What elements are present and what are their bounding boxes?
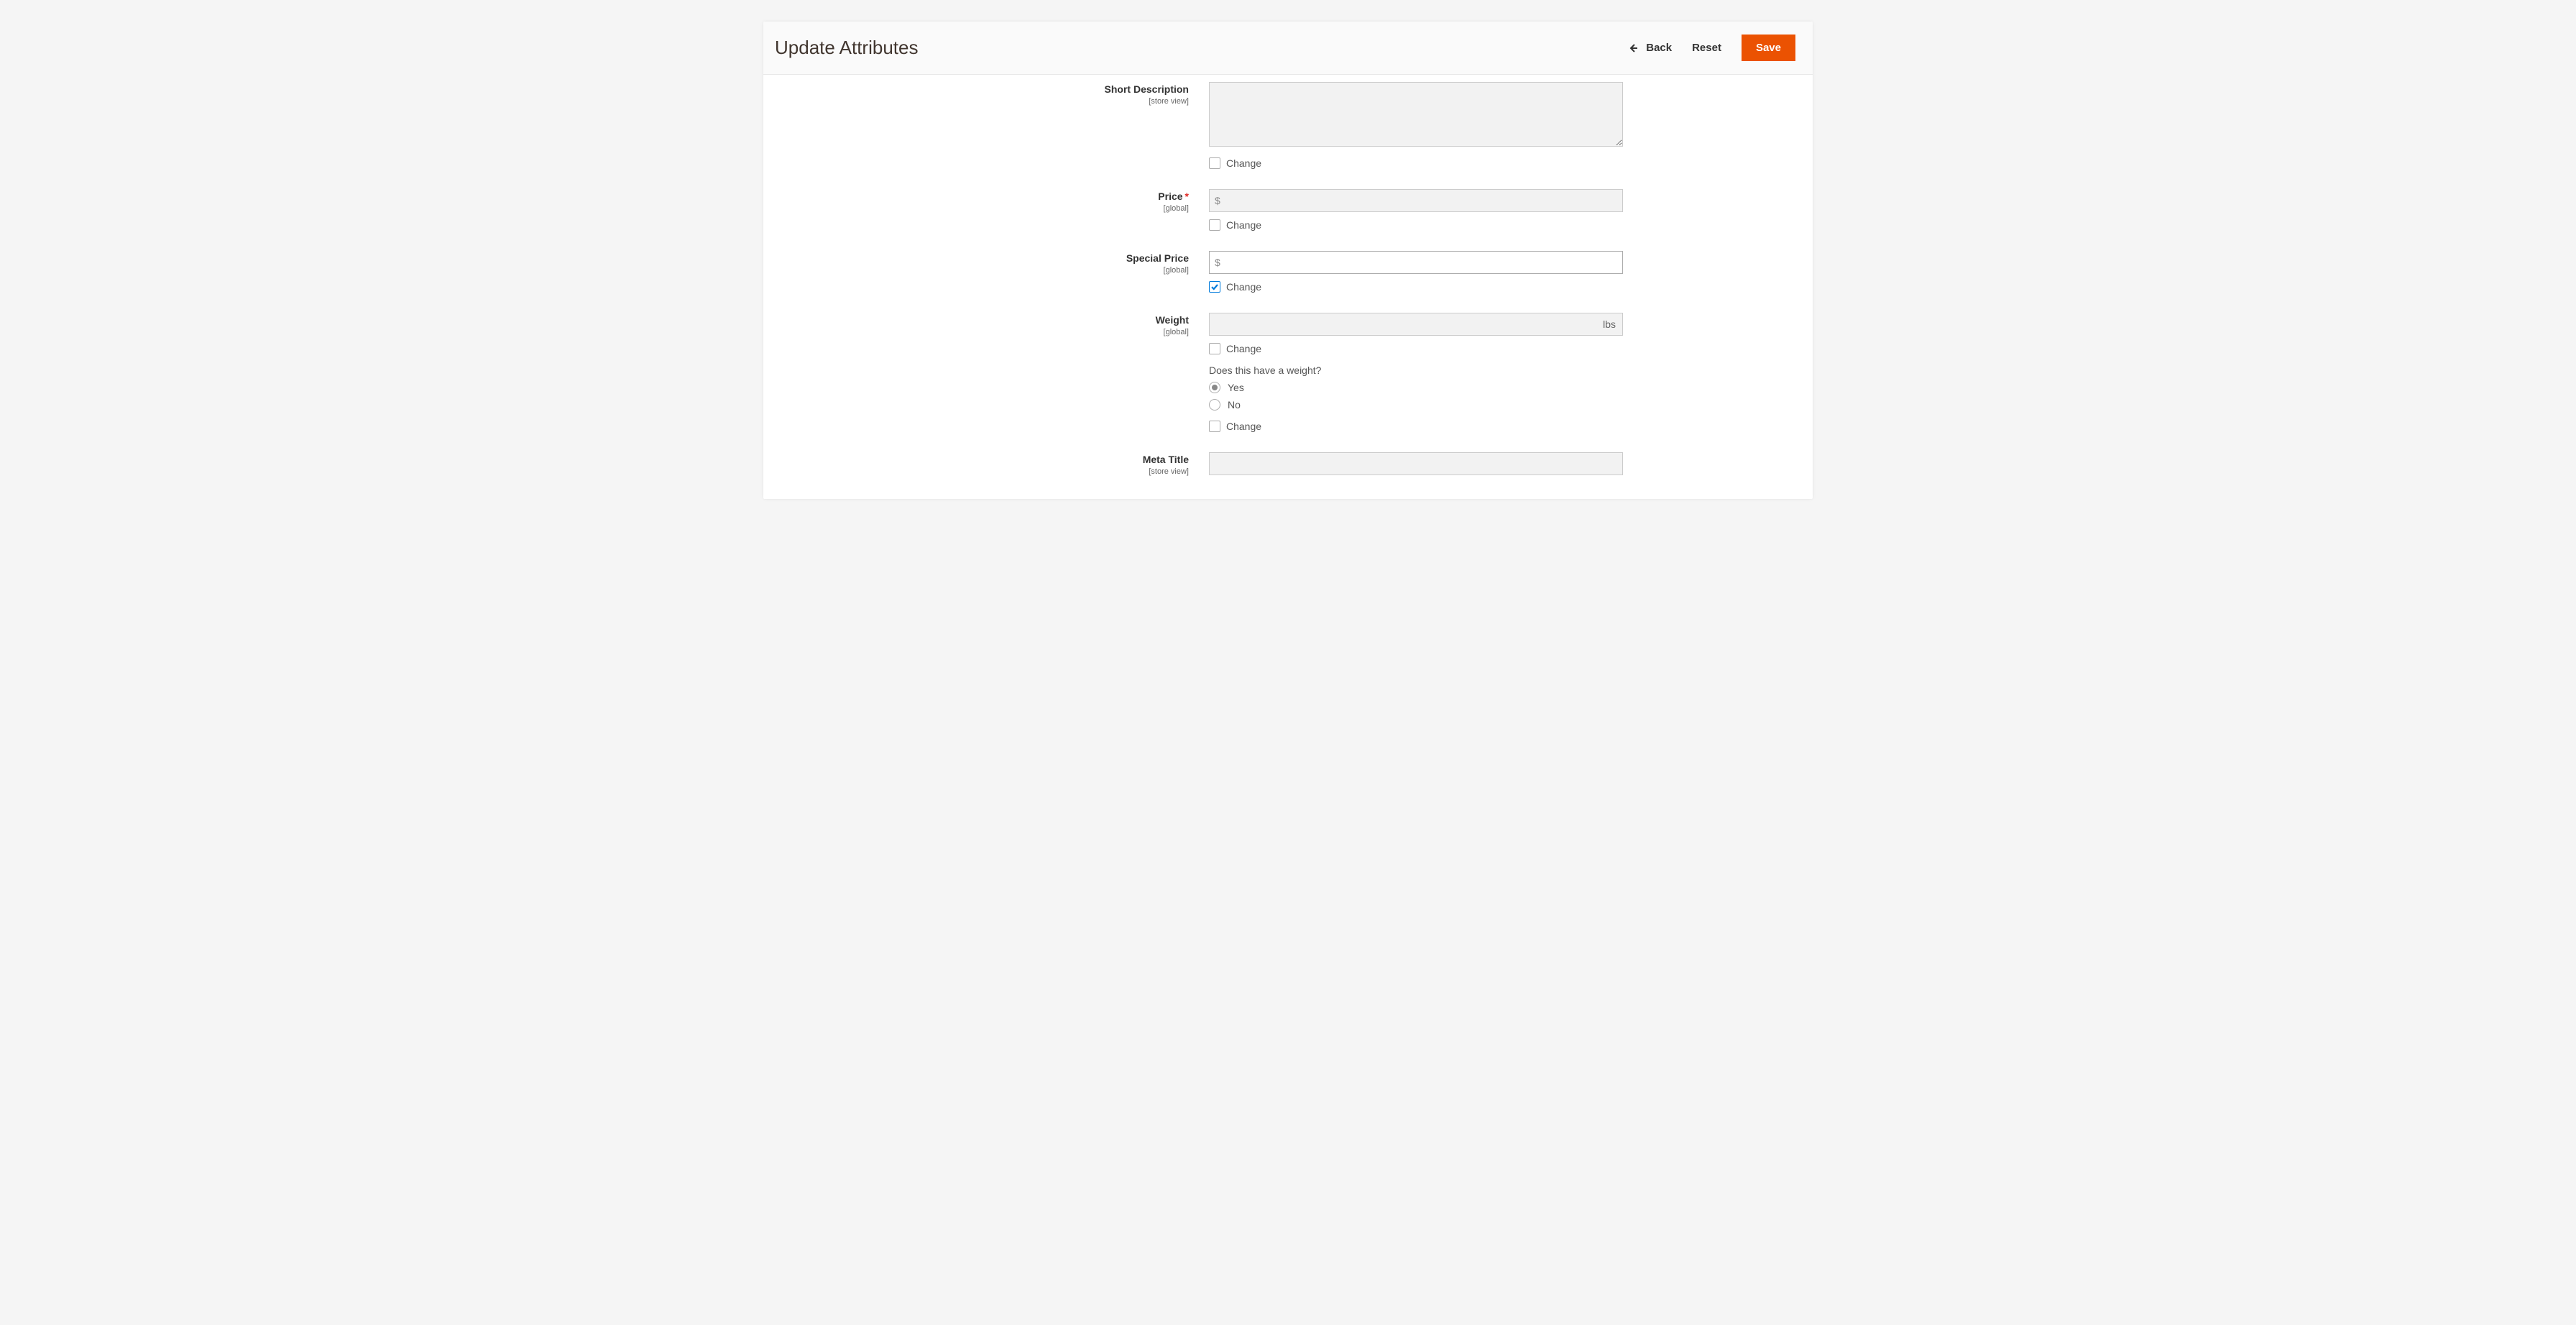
page-card: Update Attributes Back Reset Save Short … [763, 22, 1813, 499]
special-price-scope: [global] [763, 266, 1189, 275]
check-icon [1210, 283, 1219, 291]
field-special-price: Special Price [global] $ Change [763, 251, 1813, 293]
form-content: Short Description [store view] Change Pr… [763, 75, 1813, 499]
short-description-input[interactable] [1209, 82, 1623, 147]
price-input[interactable] [1209, 189, 1623, 212]
weight-label: Weight [1156, 314, 1189, 326]
header-actions: Back Reset Save [1627, 35, 1795, 61]
short-description-scope: [store view] [763, 97, 1189, 106]
weight-scope: [global] [763, 328, 1189, 336]
weight-question: Does this have a weight? [1209, 365, 1623, 376]
required-star-icon: * [1185, 191, 1189, 202]
price-change-label: Change [1226, 219, 1261, 231]
field-short-description: Short Description [store view] Change [763, 82, 1813, 169]
weight-input[interactable] [1209, 313, 1623, 336]
weight-has-change-label: Change [1226, 421, 1261, 432]
back-button-label: Back [1646, 42, 1672, 54]
weight-radio-yes[interactable] [1209, 382, 1220, 393]
page-title: Update Attributes [775, 37, 918, 59]
weight-radio-no[interactable] [1209, 399, 1220, 411]
weight-change-label: Change [1226, 343, 1261, 354]
meta-title-input[interactable] [1209, 452, 1623, 475]
meta-title-scope: [store view] [763, 467, 1189, 476]
field-weight: Weight [global] lbs Change Does this hav… [763, 313, 1813, 432]
back-button[interactable]: Back [1627, 42, 1672, 54]
short-description-change-label: Change [1226, 157, 1261, 169]
special-price-change-label: Change [1226, 281, 1261, 293]
special-price-change-checkbox[interactable] [1209, 281, 1220, 293]
price-change-checkbox[interactable] [1209, 219, 1220, 231]
special-price-input[interactable] [1209, 251, 1623, 274]
price-label: Price* [1158, 191, 1189, 202]
weight-radio-yes-label: Yes [1228, 382, 1244, 393]
field-meta-title: Meta Title [store view] [763, 452, 1813, 476]
reset-button[interactable]: Reset [1692, 42, 1721, 54]
arrow-left-icon [1627, 42, 1639, 54]
short-description-label: Short Description [1105, 83, 1189, 95]
weight-radio-no-label: No [1228, 399, 1241, 411]
page-header: Update Attributes Back Reset Save [763, 22, 1813, 75]
field-price: Price* [global] $ Change [763, 189, 1813, 231]
price-scope: [global] [763, 204, 1189, 213]
special-price-label: Special Price [1126, 252, 1189, 264]
short-description-change-checkbox[interactable] [1209, 157, 1220, 169]
save-button[interactable]: Save [1742, 35, 1795, 61]
weight-change-checkbox[interactable] [1209, 343, 1220, 354]
meta-title-label: Meta Title [1143, 454, 1189, 465]
weight-has-change-checkbox[interactable] [1209, 421, 1220, 432]
